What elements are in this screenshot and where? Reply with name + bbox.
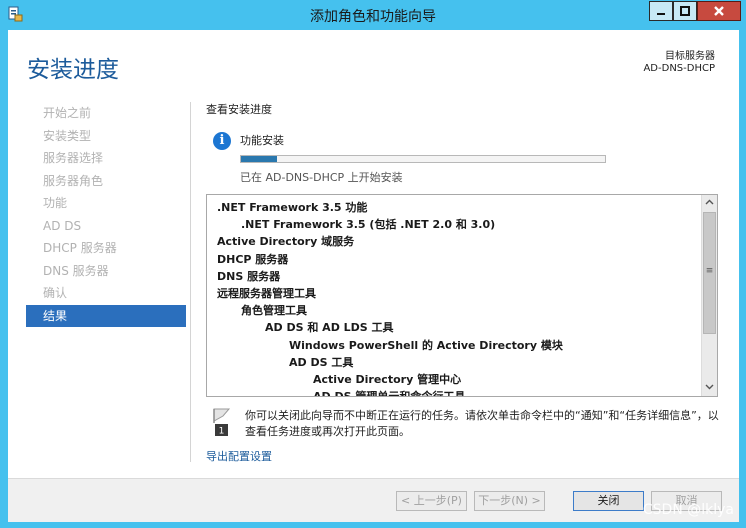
list-item: Active Directory 管理中心: [313, 372, 462, 386]
target-server-label: 目标服务器: [665, 51, 715, 62]
title-bar[interactable]: 添加角色和功能向导: [0, 0, 746, 30]
list-item: AD DS 管理单元和命令行工具: [313, 390, 466, 397]
maximize-button[interactable]: [673, 1, 697, 21]
close-icon: [714, 6, 724, 16]
flag-notification-icon: 1: [213, 408, 231, 437]
list-item: Active Directory 域服务: [217, 235, 355, 249]
wizard-window: 添加角色和功能向导 安装进度 目标服务器 AD-DNS-DHCP 开始之前 安装…: [0, 0, 746, 528]
wizard-footer: < 上一步(P) 下一步(N) > 关闭 取消: [8, 478, 739, 522]
progress-fill: [241, 156, 278, 162]
scroll-down-button[interactable]: [702, 380, 717, 396]
wizard-content: 安装进度 目标服务器 AD-DNS-DHCP 开始之前 安装类型 服务器选择 服…: [8, 30, 739, 522]
chevron-up-icon: [705, 199, 714, 205]
progress-status: 已在 AD-DNS-DHCP 上开始安装: [240, 171, 403, 184]
target-server-info: 目标服务器 AD-DNS-DHCP: [643, 51, 715, 75]
info-icon: i: [213, 132, 231, 150]
list-item: .NET Framework 3.5 功能: [217, 201, 368, 214]
nav-item-ad-ds: AD DS: [43, 218, 82, 233]
list-item: DNS 服务器: [217, 269, 281, 283]
nav-item-confirmation: 确认: [43, 286, 68, 300]
nav-item-server-selection: 服务器选择: [43, 151, 104, 165]
export-configuration-link[interactable]: 导出配置设置: [206, 448, 272, 464]
next-button[interactable]: 下一步(N) >: [474, 491, 545, 511]
nav-item-dns-server: DNS 服务器: [43, 263, 109, 278]
target-server-name: AD-DNS-DHCP: [643, 63, 715, 74]
list-item: .NET Framework 3.5 (包括 .NET 2.0 和 3.0): [241, 218, 496, 232]
page-title: 安装进度: [27, 57, 119, 83]
nav-item-results[interactable]: 结果: [26, 304, 186, 327]
minimize-button[interactable]: [649, 1, 673, 21]
list-item: 角色管理工具: [241, 304, 307, 318]
nav-item-features: 功能: [43, 196, 68, 210]
nav-item-server-roles: 服务器角色: [43, 173, 104, 188]
scroll-thumb[interactable]: ≡: [703, 212, 716, 334]
close-button[interactable]: 关闭: [573, 491, 644, 511]
watermark: CSDN @lklya: [642, 502, 734, 518]
nav-divider: [190, 102, 191, 462]
scroll-up-button[interactable]: [702, 195, 717, 211]
nav-item-dhcp-server: DHCP 服务器: [43, 241, 117, 255]
wizard-nav: 开始之前 安装类型 服务器选择 服务器角色 功能 AD DS DHCP 服务器 …: [26, 102, 186, 327]
list-lines: .NET Framework 3.5 功能 .NET Framework 3.5 …: [207, 199, 702, 397]
list-item: AD DS 和 AD LDS 工具: [265, 321, 394, 335]
list-item: AD DS 工具: [289, 355, 354, 369]
minimize-icon: [657, 13, 665, 15]
list-scrollbar[interactable]: ≡: [701, 195, 717, 396]
list-item: Windows PowerShell 的 Active Directory 模块: [289, 338, 563, 352]
nav-item-before-you-begin: 开始之前: [43, 106, 92, 120]
chevron-down-icon: [705, 384, 714, 390]
close-window-button[interactable]: [697, 1, 741, 21]
nav-item-installation-type: 安装类型: [43, 128, 92, 143]
grip-icon: ≡: [705, 266, 714, 276]
notification-note: 你可以关闭此向导而不中断正在运行的任务。请依次单击命令栏中的“通知”和“任务详细…: [245, 409, 719, 438]
window-title: 添加角色和功能向导: [310, 9, 436, 25]
maximize-icon: [680, 6, 690, 16]
list-item: 远程服务器管理工具: [217, 286, 316, 300]
previous-button[interactable]: < 上一步(P): [396, 491, 467, 511]
feature-install-label: 功能安装: [240, 134, 284, 147]
install-progress-bar: [240, 155, 606, 163]
installation-items-list[interactable]: .NET Framework 3.5 功能 .NET Framework 3.5 …: [206, 194, 718, 397]
list-item: DHCP 服务器: [217, 252, 289, 266]
section-title: 查看安装进度: [206, 103, 272, 116]
svg-text:1: 1: [219, 427, 225, 437]
